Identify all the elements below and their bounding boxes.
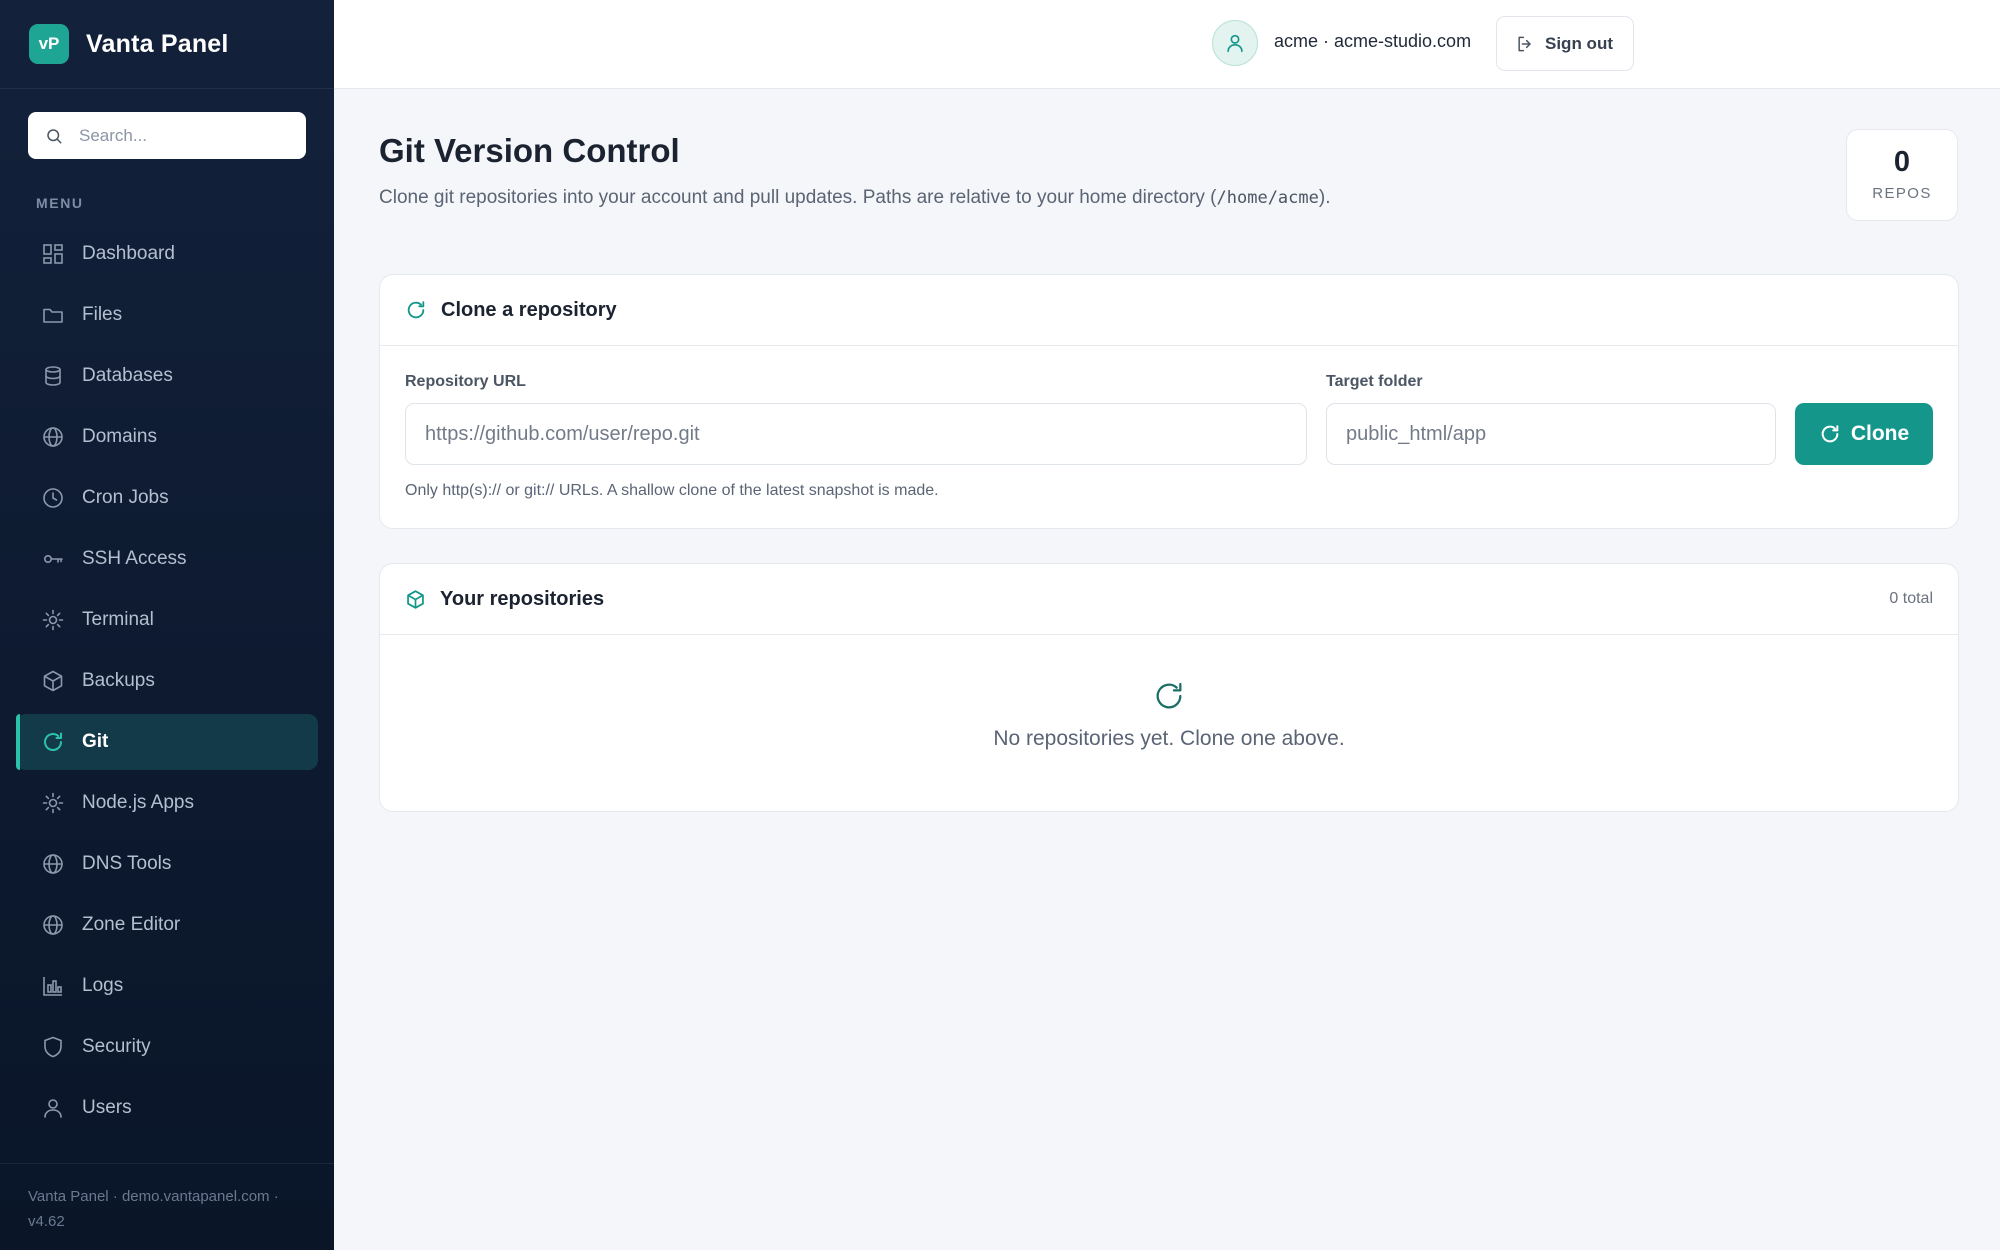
repositories-card-title: Your repositories bbox=[440, 587, 605, 610]
brand-name: Vanta Panel bbox=[86, 29, 229, 58]
sidebar-item-label: Node.js Apps bbox=[82, 792, 194, 813]
sidebar-footer: Vanta Panel · demo.vantapanel.com · v4.6… bbox=[0, 1163, 334, 1250]
search-input[interactable] bbox=[79, 125, 289, 146]
sidebar-item-label: Zone Editor bbox=[82, 914, 181, 935]
subtitle-text: Clone git repositories into your account… bbox=[379, 187, 1217, 208]
folder-icon bbox=[40, 302, 66, 328]
search-icon bbox=[45, 127, 63, 145]
sidebar-item-files[interactable]: Files bbox=[16, 287, 318, 343]
page-title: Git Version Control bbox=[379, 132, 680, 169]
sidebar-item-label: Backups bbox=[82, 670, 155, 691]
sidebar-item-label: DNS Tools bbox=[82, 853, 172, 874]
sidebar-item-ssh-access[interactable]: SSH Access bbox=[16, 531, 318, 587]
sidebar-item-label: Users bbox=[82, 1097, 132, 1118]
repos-stat: 0 REPOS bbox=[1846, 129, 1958, 221]
sidebar-item-label: Dashboard bbox=[82, 243, 175, 264]
user-icon bbox=[1224, 32, 1246, 54]
sidebar-item-label: SSH Access bbox=[82, 548, 187, 569]
sign-out-label: Sign out bbox=[1545, 33, 1613, 53]
sidebar-item-logs[interactable]: Logs bbox=[16, 958, 318, 1014]
brand-logo: vP bbox=[29, 24, 69, 64]
sidebar-item-nodejs-apps[interactable]: Node.js Apps bbox=[16, 775, 318, 831]
key-icon bbox=[40, 546, 66, 572]
repositories-card: Your repositories 0 total No repositorie… bbox=[379, 563, 1959, 812]
footer-version: v4.62 bbox=[28, 1213, 65, 1230]
sidebar-item-security[interactable]: Security bbox=[16, 1019, 318, 1075]
sidebar-item-label: Logs bbox=[82, 975, 124, 996]
bar-chart-icon bbox=[40, 973, 66, 999]
refresh-icon bbox=[405, 299, 427, 321]
clone-hint: Only http(s):// or git:// URLs. A shallo… bbox=[405, 482, 939, 499]
user-icon bbox=[40, 1095, 66, 1121]
clone-button-label: Clone bbox=[1850, 422, 1910, 445]
clock-icon bbox=[40, 485, 66, 511]
repository-url-input[interactable] bbox=[405, 403, 1307, 465]
sidebar-item-label: Databases bbox=[82, 365, 173, 386]
empty-state-text: No repositories yet. Clone one above. bbox=[993, 727, 1345, 750]
sign-out-icon bbox=[1515, 34, 1535, 54]
repositories-card-header: Your repositories 0 total bbox=[380, 564, 1958, 635]
target-folder-input[interactable] bbox=[1326, 403, 1776, 465]
box-icon bbox=[405, 589, 426, 610]
globe-icon bbox=[40, 851, 66, 877]
page-subtitle: Clone git repositories into your account… bbox=[379, 187, 1330, 209]
clone-button[interactable]: Clone bbox=[1795, 403, 1933, 465]
sidebar-item-zone-editor[interactable]: Zone Editor bbox=[16, 897, 318, 953]
sidebar-item-dns-tools[interactable]: DNS Tools bbox=[16, 836, 318, 892]
sidebar-nav: Dashboard Files Databases Domains Cron J… bbox=[16, 226, 318, 1141]
clone-card-header: Clone a repository bbox=[380, 275, 1958, 346]
sidebar-item-domains[interactable]: Domains bbox=[16, 409, 318, 465]
subtitle-suffix: ). bbox=[1318, 187, 1331, 208]
footer-line: Vanta Panel · demo.vantapanel.com · bbox=[28, 1188, 279, 1205]
globe-icon bbox=[40, 424, 66, 450]
repositories-total: 0 total bbox=[1889, 590, 1933, 607]
refresh-icon bbox=[1819, 423, 1841, 445]
home-path: /home/acme bbox=[1216, 188, 1319, 208]
sidebar-item-users[interactable]: Users bbox=[16, 1080, 318, 1136]
sidebar-item-databases[interactable]: Databases bbox=[16, 348, 318, 404]
empty-state: No repositories yet. Clone one above. bbox=[380, 679, 1958, 751]
globe-icon bbox=[40, 912, 66, 938]
account-name: acme · acme-studio.com bbox=[1274, 31, 1472, 51]
dashboard-icon bbox=[40, 241, 66, 267]
repos-count: 0 bbox=[1893, 146, 1911, 178]
repository-url-label: Repository URL bbox=[405, 373, 526, 390]
sidebar-item-cron-jobs[interactable]: Cron Jobs bbox=[16, 470, 318, 526]
target-folder-label: Target folder bbox=[1326, 373, 1423, 390]
sidebar: vP Vanta Panel MENU Dashboard Files Data… bbox=[0, 0, 334, 1250]
sidebar-item-label: Cron Jobs bbox=[82, 487, 169, 508]
repos-stat-label: REPOS bbox=[1872, 185, 1932, 202]
clone-card: Clone a repository Repository URL Target… bbox=[379, 274, 1959, 529]
clone-card-title: Clone a repository bbox=[441, 298, 617, 321]
avatar[interactable] bbox=[1212, 20, 1258, 66]
brand[interactable]: vP Vanta Panel bbox=[0, 0, 334, 89]
sidebar-item-backups[interactable]: Backups bbox=[16, 653, 318, 709]
gear-icon bbox=[40, 607, 66, 633]
sidebar-item-git[interactable]: Git bbox=[16, 714, 318, 770]
refresh-icon bbox=[40, 729, 66, 755]
box-icon bbox=[40, 668, 66, 694]
sidebar-item-terminal[interactable]: Terminal bbox=[16, 592, 318, 648]
sign-out-button[interactable]: Sign out bbox=[1496, 16, 1634, 71]
database-icon bbox=[40, 363, 66, 389]
search-box bbox=[28, 112, 306, 159]
sidebar-item-label: Security bbox=[82, 1036, 151, 1057]
sidebar-item-label: Terminal bbox=[82, 609, 154, 630]
sidebar-item-dashboard[interactable]: Dashboard bbox=[16, 226, 318, 282]
sidebar-item-label: Files bbox=[82, 304, 123, 325]
refresh-icon bbox=[1152, 679, 1186, 713]
gear-icon bbox=[40, 790, 66, 816]
menu-heading: MENU bbox=[36, 195, 84, 211]
sidebar-item-label: Domains bbox=[82, 426, 157, 447]
sidebar-item-label: Git bbox=[82, 731, 109, 752]
topbar bbox=[334, 0, 2000, 89]
shield-icon bbox=[40, 1034, 66, 1060]
